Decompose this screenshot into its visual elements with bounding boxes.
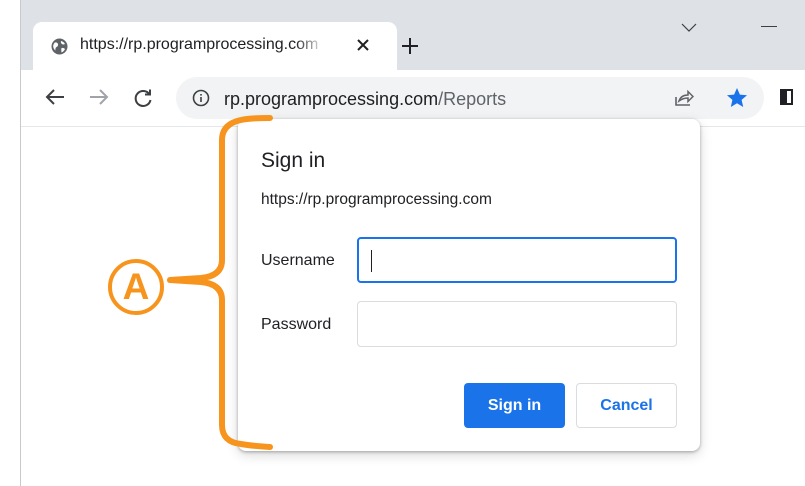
tab-strip: https://rp.programprocessing.com <box>21 0 805 70</box>
url-text: rp.programprocessing.com/Reports <box>224 89 506 110</box>
close-icon[interactable] <box>356 38 370 57</box>
username-input[interactable] <box>357 237 677 283</box>
back-arrow-icon[interactable] <box>45 88 65 111</box>
dialog-origin: https://rp.programprocessing.com <box>261 191 492 208</box>
share-icon[interactable] <box>674 89 695 112</box>
text-caret <box>371 250 372 272</box>
username-label: Username <box>261 252 335 269</box>
tab-title: https://rp.programprocessing.com <box>80 36 319 53</box>
sign-in-dialog: Sign in https://rp.programprocessing.com… <box>238 119 700 451</box>
annotation-marker: A <box>108 259 164 315</box>
info-icon[interactable] <box>192 89 210 112</box>
password-label: Password <box>261 316 332 333</box>
new-tab-plus-icon[interactable] <box>401 37 419 60</box>
chevron-down-icon[interactable] <box>681 20 697 38</box>
url-host: rp.programprocessing.com <box>224 89 439 109</box>
cancel-button[interactable]: Cancel <box>576 383 677 428</box>
globe-icon <box>51 38 68 60</box>
bookmark-star-icon[interactable] <box>726 87 748 113</box>
minimize-icon[interactable] <box>761 26 777 27</box>
browser-tab[interactable]: https://rp.programprocessing.com <box>33 22 397 70</box>
forward-arrow-icon[interactable] <box>89 88 109 111</box>
url-path: /Reports <box>438 89 507 109</box>
side-panel-icon[interactable] <box>780 89 793 105</box>
address-bar[interactable]: rp.programprocessing.com/Reports <box>176 77 764 119</box>
dialog-title: Sign in <box>261 149 326 172</box>
password-input[interactable] <box>357 301 677 347</box>
sign-in-button[interactable]: Sign in <box>464 383 565 428</box>
reload-icon[interactable] <box>133 88 153 113</box>
